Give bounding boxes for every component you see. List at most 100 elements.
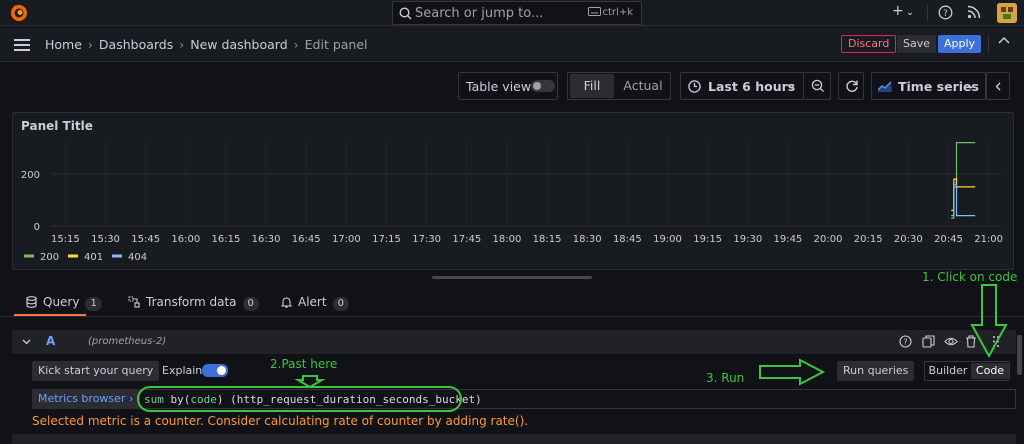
trash-icon[interactable]: [965, 335, 977, 348]
search-icon: [399, 7, 412, 20]
save-button[interactable]: Save: [897, 35, 937, 53]
x-tick-label: 20:15: [854, 234, 883, 245]
x-tick-label: 18:00: [493, 234, 522, 245]
query-name[interactable]: A: [46, 334, 55, 348]
divider: [988, 35, 989, 53]
x-tick-label: 18:15: [533, 234, 562, 245]
grafana-logo-icon[interactable]: [9, 3, 29, 23]
builder-mode-option[interactable]: Builder: [926, 362, 970, 380]
explain-switch[interactable]: [202, 364, 228, 377]
breadcrumb-home[interactable]: Home: [45, 37, 82, 52]
actual-option[interactable]: Actual: [618, 73, 668, 99]
tab-query-label: Query: [43, 295, 80, 309]
menu-icon[interactable]: [14, 39, 30, 54]
query-row-header: A (prometheus-2) ?: [12, 330, 1016, 354]
fill-actual-segment: Fill Actual: [567, 72, 671, 100]
user-avatar[interactable]: [997, 3, 1017, 23]
editor-mode-segment: Builder Code: [924, 361, 1010, 381]
avatar-image: [997, 3, 1017, 23]
breadcrumb-dashboards[interactable]: Dashboards: [99, 37, 173, 52]
metrics-browser-label: Metrics browser: [38, 392, 126, 405]
expr-metric: ) (http_request_duration_seconds_bucket): [216, 393, 482, 406]
y-tick-label: 0: [34, 222, 40, 233]
chevron-right-icon: ›: [128, 392, 134, 405]
x-tick-label: 15:15: [51, 234, 80, 245]
explain-label: Explain: [162, 364, 203, 377]
chevron-left-icon: [995, 82, 1001, 91]
tab-query[interactable]: Query 1: [26, 295, 102, 311]
chevron-down-icon[interactable]: [22, 339, 31, 345]
options-pane-toggle[interactable]: [986, 72, 1010, 100]
svg-text:?: ?: [943, 9, 948, 19]
refresh-button[interactable]: [838, 72, 864, 100]
series-line-404: [951, 183, 976, 217]
time-series-chart: 0 200 15:15 15:30 15:45 16:00 16:15 16:30 16:45 1…: [21, 140, 1003, 263]
metrics-browser-button[interactable]: Metrics browser ›: [32, 389, 140, 409]
expr-function: sum: [144, 393, 164, 406]
run-queries-button[interactable]: Run queries: [837, 361, 915, 381]
refresh-icon: [846, 80, 858, 92]
keyboard-shortcut-hint: ctrl+k: [587, 7, 633, 18]
legend-label-404: 404: [128, 252, 147, 263]
fill-option[interactable]: Fill: [570, 74, 614, 98]
x-tick-label: 19:45: [774, 234, 803, 245]
x-tick-label: 18:30: [573, 234, 602, 245]
drag-handle-icon[interactable]: [992, 335, 1000, 348]
y-tick-label: 200: [21, 170, 40, 181]
annotation-step3: 3. Run: [706, 371, 745, 385]
table-view-toggle[interactable]: Table view: [458, 72, 558, 100]
search-input[interactable]: Search or jump to... ctrl+k: [392, 1, 642, 25]
tabs-divider: [0, 316, 1024, 317]
shortcut-label: ctrl+k: [602, 7, 633, 18]
tab-transform-data[interactable]: Transform data 0: [128, 295, 259, 311]
breadcrumb-separator: ›: [293, 37, 299, 52]
scrollbar-thumb[interactable]: [1017, 335, 1022, 375]
breadcrumb-bar: Home › Dashboards › New dashboard › Edit panel…: [0, 26, 1024, 62]
breadcrumb-new-dashboard[interactable]: New dashboard: [190, 37, 287, 52]
query-expression-editor[interactable]: sum by(code) (http_request_duration_seco…: [139, 389, 1016, 409]
breadcrumb-separator: ›: [87, 37, 93, 52]
annotation-step2: 2.Past here: [270, 357, 338, 371]
x-tick-label: 20:00: [814, 234, 843, 245]
chevron-down-icon: ⌄: [905, 7, 915, 18]
search-placeholder: Search or jump to...: [415, 6, 544, 21]
rss-icon[interactable]: [967, 5, 981, 19]
x-tick-label: 19:30: [733, 234, 762, 245]
chevron-up-icon[interactable]: [998, 36, 1010, 44]
eye-icon[interactable]: [944, 335, 958, 348]
x-tick-label: 20:30: [894, 234, 923, 245]
datasource-label: (prometheus-2): [88, 336, 167, 347]
tab-alert-label: Alert: [298, 295, 327, 309]
code-mode-option[interactable]: Code: [971, 363, 1009, 379]
duplicate-icon[interactable]: [922, 335, 935, 348]
legend-label-200: 200: [40, 252, 59, 263]
panel-resize-handle[interactable]: [432, 276, 592, 279]
arrow-right-to-run: [759, 358, 826, 386]
divider: [927, 5, 928, 21]
add-new-icon[interactable]: + ⌄: [892, 3, 914, 19]
zoom-out-button[interactable]: [803, 72, 831, 100]
expr-label: code: [190, 393, 217, 406]
time-series-icon: [878, 81, 892, 92]
counter-warning: Selected metric is a counter. Consider c…: [32, 414, 529, 428]
discard-button[interactable]: Discard: [841, 35, 897, 53]
zoom-out-icon: [811, 79, 825, 93]
apply-button[interactable]: Apply: [938, 35, 982, 53]
visualization-picker[interactable]: Time series: [871, 72, 986, 100]
time-range-picker[interactable]: Last 6 hours: [680, 72, 804, 100]
x-tick-label: 16:00: [171, 234, 200, 245]
help-icon[interactable]: ?: [899, 335, 912, 348]
expr-by: by(: [163, 393, 191, 406]
help-icon[interactable]: ?: [938, 5, 953, 20]
chevron-down-icon: [787, 84, 795, 89]
table-view-switch[interactable]: [531, 80, 555, 92]
tab-alert[interactable]: Alert 0: [280, 295, 349, 311]
kick-start-button[interactable]: Kick start your query: [32, 361, 160, 381]
x-tick-label: 17:45: [452, 234, 481, 245]
breadcrumb-separator: ›: [179, 37, 185, 52]
time-range-label: Last 6 hours: [708, 79, 796, 94]
transform-icon: [128, 296, 140, 308]
series-line-200: [951, 142, 976, 219]
x-tick-label: 15:30: [91, 234, 120, 245]
x-tick-label: 18:45: [613, 234, 642, 245]
